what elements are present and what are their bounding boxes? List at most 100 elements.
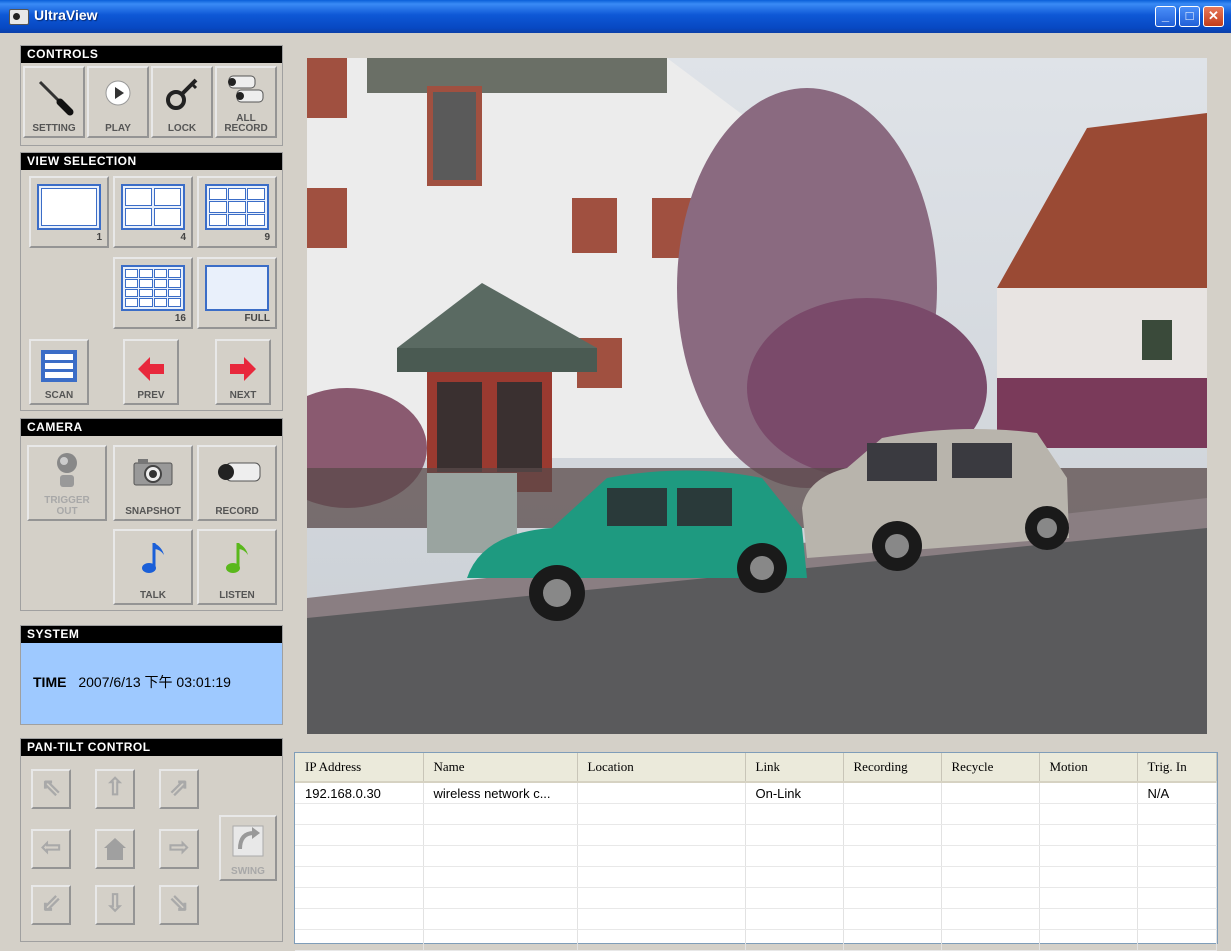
camera-icon [133,459,173,486]
minimize-button[interactable]: _ [1155,6,1176,27]
next-label: NEXT [229,390,257,401]
music-note-blue-icon [142,543,164,573]
camera-video-view[interactable] [307,58,1207,734]
table-header-row: IP Address Name Location Link Recording … [295,753,1217,783]
arrow-up-left-icon: ⇖ [40,774,62,801]
prev-button[interactable]: PREV [123,339,179,405]
system-header: SYSTEM [21,626,282,643]
pan-home-button[interactable] [95,829,135,869]
view-9-button[interactable]: 9 [197,176,277,248]
pan-right-button[interactable]: ⇨ [159,829,199,869]
full-label: FULL [244,313,270,324]
pan-up-left-button[interactable]: ⇖ [31,769,71,809]
scan-icon [41,350,77,382]
pan-down-button[interactable]: ⇩ [95,885,135,925]
pan-up-button[interactable]: ⇧ [95,769,135,809]
device-table: IP Address Name Location Link Recording … [295,753,1217,951]
arrow-right-icon [230,357,256,381]
maximize-button[interactable]: □ [1179,6,1200,27]
camera-header: CAMERA [21,419,282,436]
arrow-up-icon: ⇧ [104,774,126,801]
snapshot-label: SNAPSHOT [125,506,181,517]
sixteen-view-icon [121,265,185,311]
setting-button[interactable]: SETTING [23,66,85,138]
swing-label: SWING [231,866,265,877]
column-header-location[interactable]: Location [577,753,746,783]
camera-panel: CAMERA TRIGGER OUT SNAPSHOT RECORD TALK … [20,418,283,611]
pan-up-right-button[interactable]: ⇗ [159,769,199,809]
pan-tilt-panel: PAN-TILT CONTROL ⇖ ⇧ ⇗ ⇦ ⇨ ⇙ ⇩ ⇘ SWING [20,738,283,942]
trigger-out-button[interactable]: TRIGGER OUT [27,445,107,521]
listen-button[interactable]: LISTEN [197,529,277,605]
lock-button[interactable]: LOCK [151,66,213,138]
column-header-ip[interactable]: IP Address [295,753,424,783]
close-button[interactable]: ✕ [1203,6,1224,27]
music-note-green-icon [226,543,248,573]
fullscreen-icon [205,265,269,311]
snapshot-button[interactable]: SNAPSHOT [113,445,193,521]
arrow-left-outline-icon: ⇦ [40,834,62,861]
view-1-button[interactable]: 1 [29,176,109,248]
device-list[interactable]: IP Address Name Location Link Recording … [294,752,1218,951]
home-icon [104,838,126,860]
column-header-recycle[interactable]: Recycle [941,753,1040,783]
time-row: TIME 2007/6/13 下午 03:01:19 [33,672,231,692]
arrow-right-outline-icon: ⇨ [168,834,190,861]
arrow-down-icon: ⇩ [104,890,126,917]
pan-down-right-button[interactable]: ⇘ [159,885,199,925]
record-button[interactable]: RECORD [197,445,277,521]
cell-link: On-Link [745,782,844,804]
scan-label: SCAN [44,390,74,401]
cell-name: wireless network c... [423,782,578,804]
column-header-motion[interactable]: Motion [1039,753,1138,783]
pan-down-left-button[interactable]: ⇙ [31,885,71,925]
pan-left-button[interactable]: ⇦ [31,829,71,869]
arrow-down-right-icon: ⇘ [168,890,190,917]
screwdriver-icon [38,80,74,116]
cell-location [577,782,746,804]
joystick-icon [57,453,77,487]
view-4-button[interactable]: 4 [113,176,193,248]
title-bar: UltraView _ □ ✕ [0,0,1231,33]
app-camera-icon[interactable] [9,9,29,25]
cell-motion [1039,782,1138,804]
table-row[interactable]: 192.168.0.30 wireless network c... On-Li… [295,782,1217,804]
key-icon [166,78,198,110]
scan-button[interactable]: SCAN [29,339,89,405]
view-selection-panel: VIEW SELECTION 1 4 9 16 FULL SCAN PREV N… [20,152,283,411]
all-record-button[interactable]: ALL RECORD [215,66,277,138]
cell-ip: 192.168.0.30 [295,782,424,804]
controls-header: CONTROLS [21,46,282,63]
next-button[interactable]: NEXT [215,339,271,405]
setting-label: SETTING [32,123,76,134]
cell-recycle [941,782,1040,804]
view-16-button[interactable]: 16 [113,257,193,329]
empty-row [295,803,1217,825]
play-label: PLAY [105,123,131,134]
quad-view-icon [121,184,185,230]
column-header-trig-in[interactable]: Trig. In [1137,753,1217,783]
listen-label: LISTEN [219,590,255,601]
play-button[interactable]: PLAY [87,66,149,138]
swing-button[interactable]: SWING [219,815,277,881]
window-title: UltraView [34,7,98,23]
empty-row [295,824,1217,846]
cell-recording [843,782,942,804]
column-header-link[interactable]: Link [745,753,844,783]
time-value: 2007/6/13 下午 03:01:19 [78,674,231,690]
empty-row [295,866,1217,888]
camera-video-frame [307,58,1207,734]
full-view-button[interactable]: FULL [197,257,277,329]
controls-panel: CONTROLS SETTING PLAY LOCK ALL RECORD [20,45,283,146]
empty-row [295,908,1217,930]
record-label: RECORD [224,123,268,134]
prev-label: PREV [137,390,165,401]
cameras-icon [228,75,264,103]
view-1-label: 1 [96,232,102,243]
cell-trig-in: N/A [1137,782,1217,804]
column-header-name[interactable]: Name [423,753,578,783]
video-camera-icon [218,462,261,482]
column-header-recording[interactable]: Recording [843,753,942,783]
talk-button[interactable]: TALK [113,529,193,605]
lock-label: LOCK [167,123,197,134]
